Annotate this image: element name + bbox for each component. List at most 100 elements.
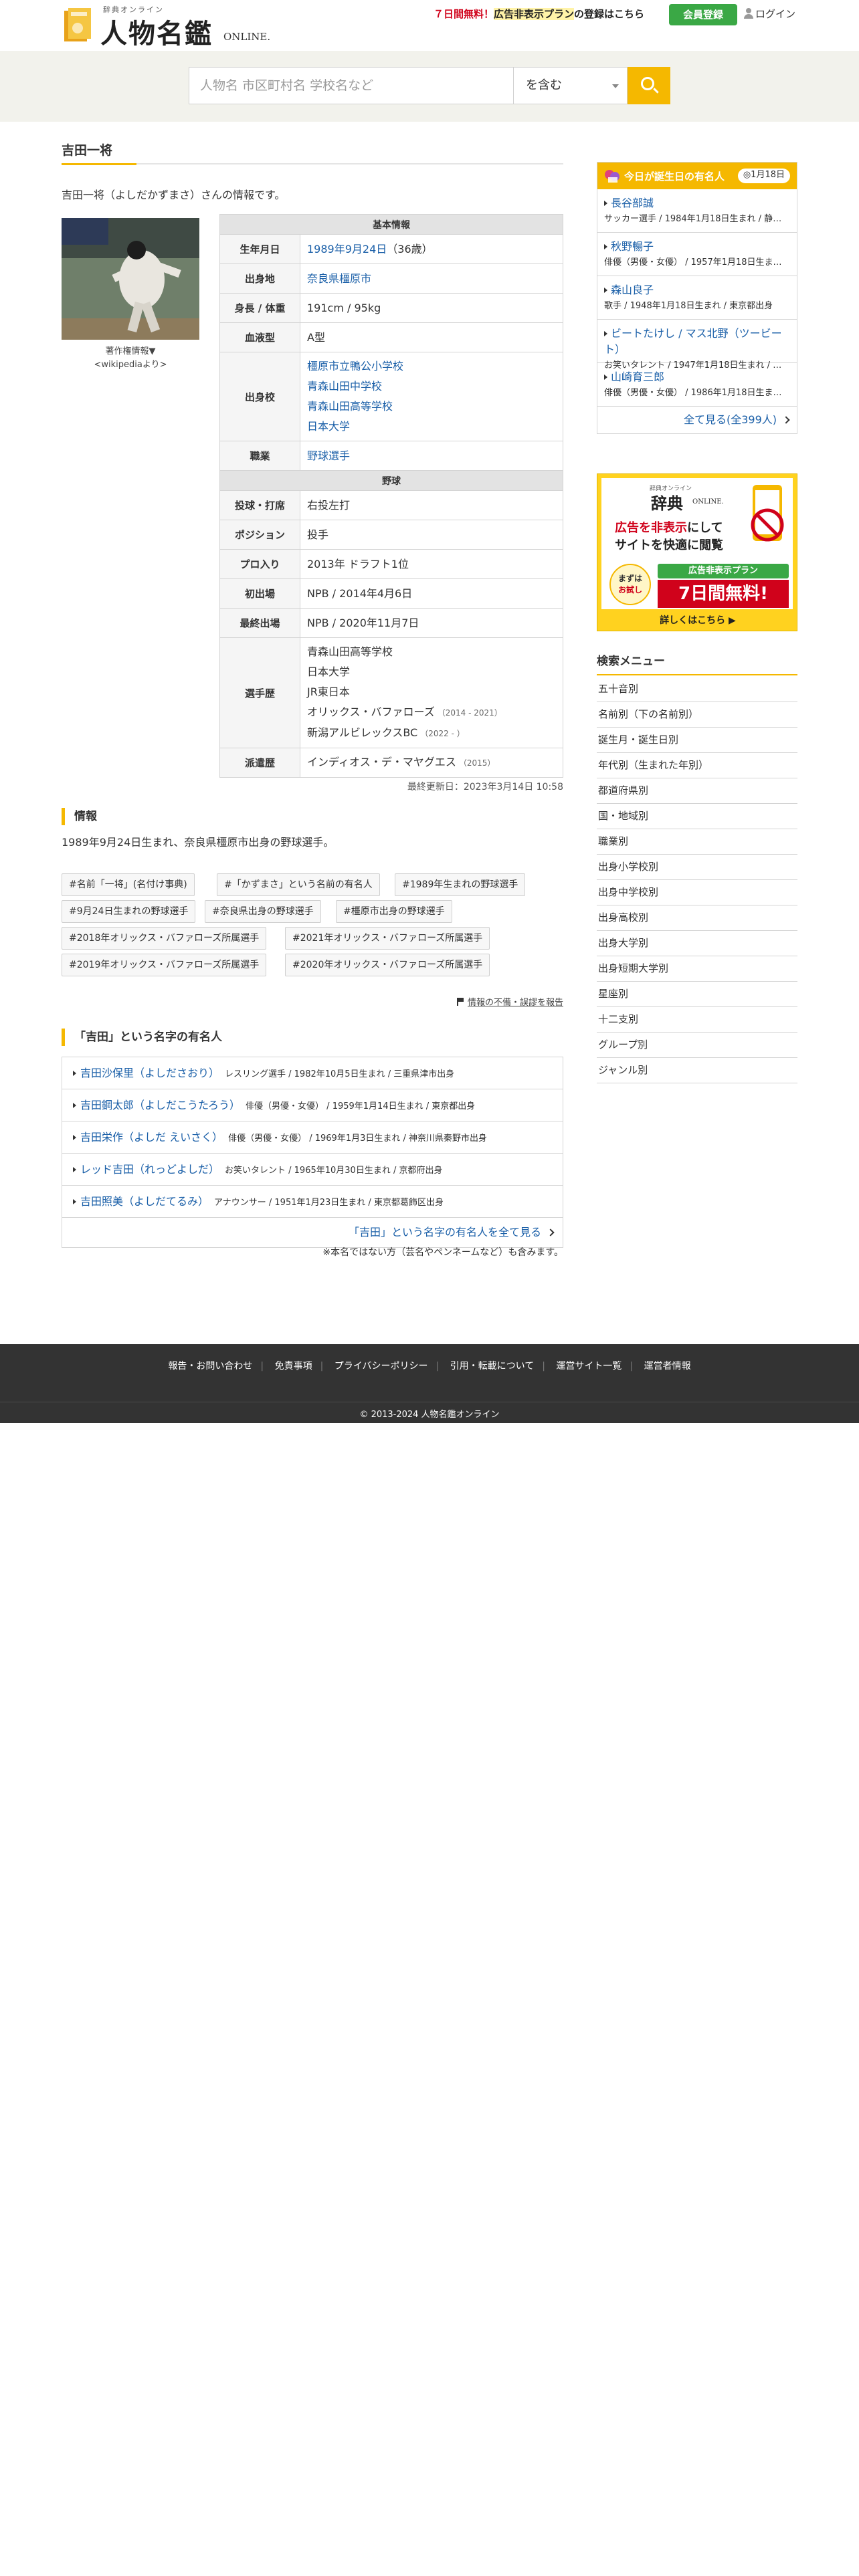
list-item: 長谷部誠 サッカー選手 / 1984年1月18日生まれ / 静岡県藤枝市出身 xyxy=(597,189,797,233)
school-cell: 橿原市立鴨公小学校 青森山田中学校 青森山田高等学校 日本大学 xyxy=(300,352,563,441)
info-text: 1989年9月24日生まれ、奈良県橿原市出身の野球選手。 xyxy=(62,836,335,849)
pitcher-photo-image xyxy=(62,218,199,340)
chevron-right-icon xyxy=(547,1228,555,1237)
search-mode-select[interactable]: を含む xyxy=(514,67,628,104)
menu-item[interactable]: 国・地域別 xyxy=(597,804,797,829)
list-item: 吉田沙保里（よしださおり） レスリング選手 / 1982年10月5日生まれ / 三… xyxy=(62,1057,563,1089)
site-logo[interactable]: 辞典オンライン 人物名鑑 ONLINE. xyxy=(62,3,270,49)
baseball-header: 野球 xyxy=(219,470,563,491)
tag-link[interactable]: #「かずまさ」という名前の有名人 xyxy=(217,873,380,896)
origin-link[interactable]: 奈良県橿原市 xyxy=(307,272,371,285)
birthday-title: 今日が誕生日の有名人 xyxy=(624,171,725,183)
copyright-toggle[interactable]: 著作権情報▼ xyxy=(62,345,199,358)
tag-link[interactable]: #9月24日生まれの野球選手 xyxy=(62,900,196,923)
user-icon xyxy=(744,8,753,19)
career-years: （2014 - 2021） xyxy=(437,708,502,718)
footer-link[interactable]: プライバシーポリシー xyxy=(335,1361,428,1372)
chevron-right-icon xyxy=(782,416,790,424)
person-link[interactable]: ビートたけし / マス北野（ツービート） xyxy=(604,327,782,356)
photo-credit[interactable]: 著作権情報▼ <wikipediaより> xyxy=(62,345,199,372)
career-item: オリックス・バファローズ （2014 - 2021） xyxy=(307,702,556,723)
last-label: 最終出場 xyxy=(219,608,300,638)
job-label: 職業 xyxy=(219,441,300,471)
page-title: 吉田一将 xyxy=(62,143,113,158)
school-link[interactable]: 日本大学 xyxy=(307,420,350,433)
person-link[interactable]: 山崎育三郎 xyxy=(611,370,664,383)
tag-link[interactable]: #2019年オリックス・バファローズ所属選手 xyxy=(62,954,267,976)
caret-right-icon xyxy=(73,1167,76,1172)
tag-link[interactable]: #1989年生まれの野球選手 xyxy=(395,873,526,896)
list-item: 吉田照美（よしだてるみ） アナウンサー / 1951年1月23日生まれ / 東京都… xyxy=(62,1186,563,1218)
info-heading: 情報 xyxy=(62,808,97,825)
list-item: レッド吉田（れっどよしだ） お笑いタレント / 1965年10月30日生まれ / … xyxy=(62,1154,563,1186)
job-link[interactable]: 野球選手 xyxy=(307,449,350,462)
report-error-link[interactable]: 情報の不備・誤謬を報告 xyxy=(62,995,563,1008)
search-input[interactable] xyxy=(189,67,514,104)
menu-item[interactable]: 年代別（生まれた年別） xyxy=(597,753,797,778)
tag-link[interactable]: #2018年オリックス・バファローズ所属選手 xyxy=(62,927,267,950)
login-link[interactable]: ログイン xyxy=(744,7,795,21)
menu-item[interactable]: 十二支別 xyxy=(597,1007,797,1033)
surname-see-all-link[interactable]: 「吉田」という名字の有名人を全て見る xyxy=(62,1218,563,1247)
school-link[interactable]: 青森山田高等学校 xyxy=(307,400,393,413)
tag-link[interactable]: #奈良県出身の野球選手 xyxy=(205,900,321,923)
menu-item[interactable]: 職業別 xyxy=(597,829,797,855)
footer-link[interactable]: 引用・転載について xyxy=(450,1361,535,1372)
profile-table: 基本情報 生年月日 1989年9月24日（36歳） 出身地 奈良県橿原市 身長 … xyxy=(219,214,563,778)
banner-body: 辞典オンライン 辞典 ONLINE. 広告を非表示にして サイトを快適に閲覧 ま… xyxy=(601,478,793,609)
footer-link[interactable]: 運営者情報 xyxy=(644,1361,691,1372)
career-item: 新潟アルビレックスBC （2022 - ） xyxy=(307,723,556,744)
banner-cta[interactable]: 詳しくはこちら ▶ xyxy=(597,613,797,627)
career-team: 日本大学 xyxy=(307,665,351,678)
tag-link[interactable]: #橿原市出身の野球選手 xyxy=(336,900,452,923)
person-link[interactable]: 吉田沙保里（よしださおり） xyxy=(80,1067,219,1079)
see-all-label: 全て見る(全399人) xyxy=(683,413,777,426)
menu-item[interactable]: 都道府県別 xyxy=(597,778,797,804)
register-button[interactable]: 会員登録 xyxy=(669,4,737,25)
age: （36歳） xyxy=(387,242,433,255)
menu-item[interactable]: 誕生月・誕生日別 xyxy=(597,728,797,753)
footer-links: 報告・お問い合わせ | 免責事項 | プライバシーポリシー | 引用・転載について | … xyxy=(168,1361,691,1372)
position-label: ポジション xyxy=(219,520,300,550)
surname-heading: 「吉田」という名字の有名人 xyxy=(62,1029,222,1046)
footer-link[interactable]: 報告・お問い合わせ xyxy=(168,1361,252,1372)
search-button[interactable] xyxy=(628,67,670,104)
tag-link[interactable]: #2021年オリックス・バファローズ所属選手 xyxy=(285,927,490,950)
logo-text: 人物名鑑 xyxy=(100,18,213,49)
menu-item[interactable]: 名前別（下の名前別） xyxy=(597,702,797,728)
school-label: 出身校 xyxy=(219,352,300,441)
person-link[interactable]: 森山良子 xyxy=(611,284,654,296)
tag-link[interactable]: #名前「一将」(名付け事典) xyxy=(62,873,195,896)
tag-link[interactable]: #2020年オリックス・バファローズ所属選手 xyxy=(285,954,490,976)
footer-link[interactable]: 免責事項 xyxy=(275,1361,312,1372)
birth-date-link[interactable]: 1989年9月24日 xyxy=(307,243,387,255)
caret-right-icon xyxy=(604,288,607,293)
school-link[interactable]: 青森山田中学校 xyxy=(307,380,382,393)
person-link[interactable]: 吉田照美（よしだてるみ） xyxy=(80,1195,209,1208)
ad-free-banner[interactable]: 辞典オンライン 辞典 ONLINE. 広告を非表示にして サイトを快適に閲覧 ま… xyxy=(597,473,797,631)
person-link[interactable]: レッド吉田（れっどよしだ） xyxy=(80,1163,219,1176)
banner-brand-online: ONLINE. xyxy=(692,498,724,506)
person-desc: 歌手 / 1948年1月18日生まれ / 東京都出身 xyxy=(604,301,773,311)
person-link[interactable]: 長谷部誠 xyxy=(611,197,654,209)
menu-item[interactable]: 星座別 xyxy=(597,982,797,1007)
footer-link[interactable]: 運営サイト一覧 xyxy=(556,1361,622,1372)
menu-item[interactable]: 出身小学校別 xyxy=(597,855,797,880)
menu-item[interactable]: 五十音別 xyxy=(597,677,797,702)
person-link[interactable]: 吉田栄作（よしだ えいさく） xyxy=(80,1131,223,1144)
position-value: 投手 xyxy=(300,520,563,550)
debut-value: NPB / 2014年4月6日 xyxy=(300,578,563,609)
menu-item[interactable]: 出身大学別 xyxy=(597,931,797,956)
ad-free-promo-link[interactable]: ７日間無料！広告非表示プランの登録はこちら xyxy=(434,7,644,21)
person-link[interactable]: 吉田鋼太郎（よしだこうたろう） xyxy=(80,1099,240,1111)
menu-item[interactable]: 出身高校別 xyxy=(597,905,797,931)
menu-item[interactable]: ジャンル別 xyxy=(597,1058,797,1083)
list-item: ビートたけし / マス北野（ツービート） お笑いタレント / 1947年1月18… xyxy=(597,320,797,370)
person-link[interactable]: 秋野暢子 xyxy=(611,240,654,253)
flag-icon xyxy=(456,998,464,1006)
menu-item[interactable]: グループ別 xyxy=(597,1033,797,1058)
menu-item[interactable]: 出身短期大学別 xyxy=(597,956,797,982)
school-link[interactable]: 橿原市立鴨公小学校 xyxy=(307,360,403,372)
birthday-see-all-link[interactable]: 全て見る(全399人) xyxy=(597,407,797,433)
menu-item[interactable]: 出身中学校別 xyxy=(597,880,797,905)
